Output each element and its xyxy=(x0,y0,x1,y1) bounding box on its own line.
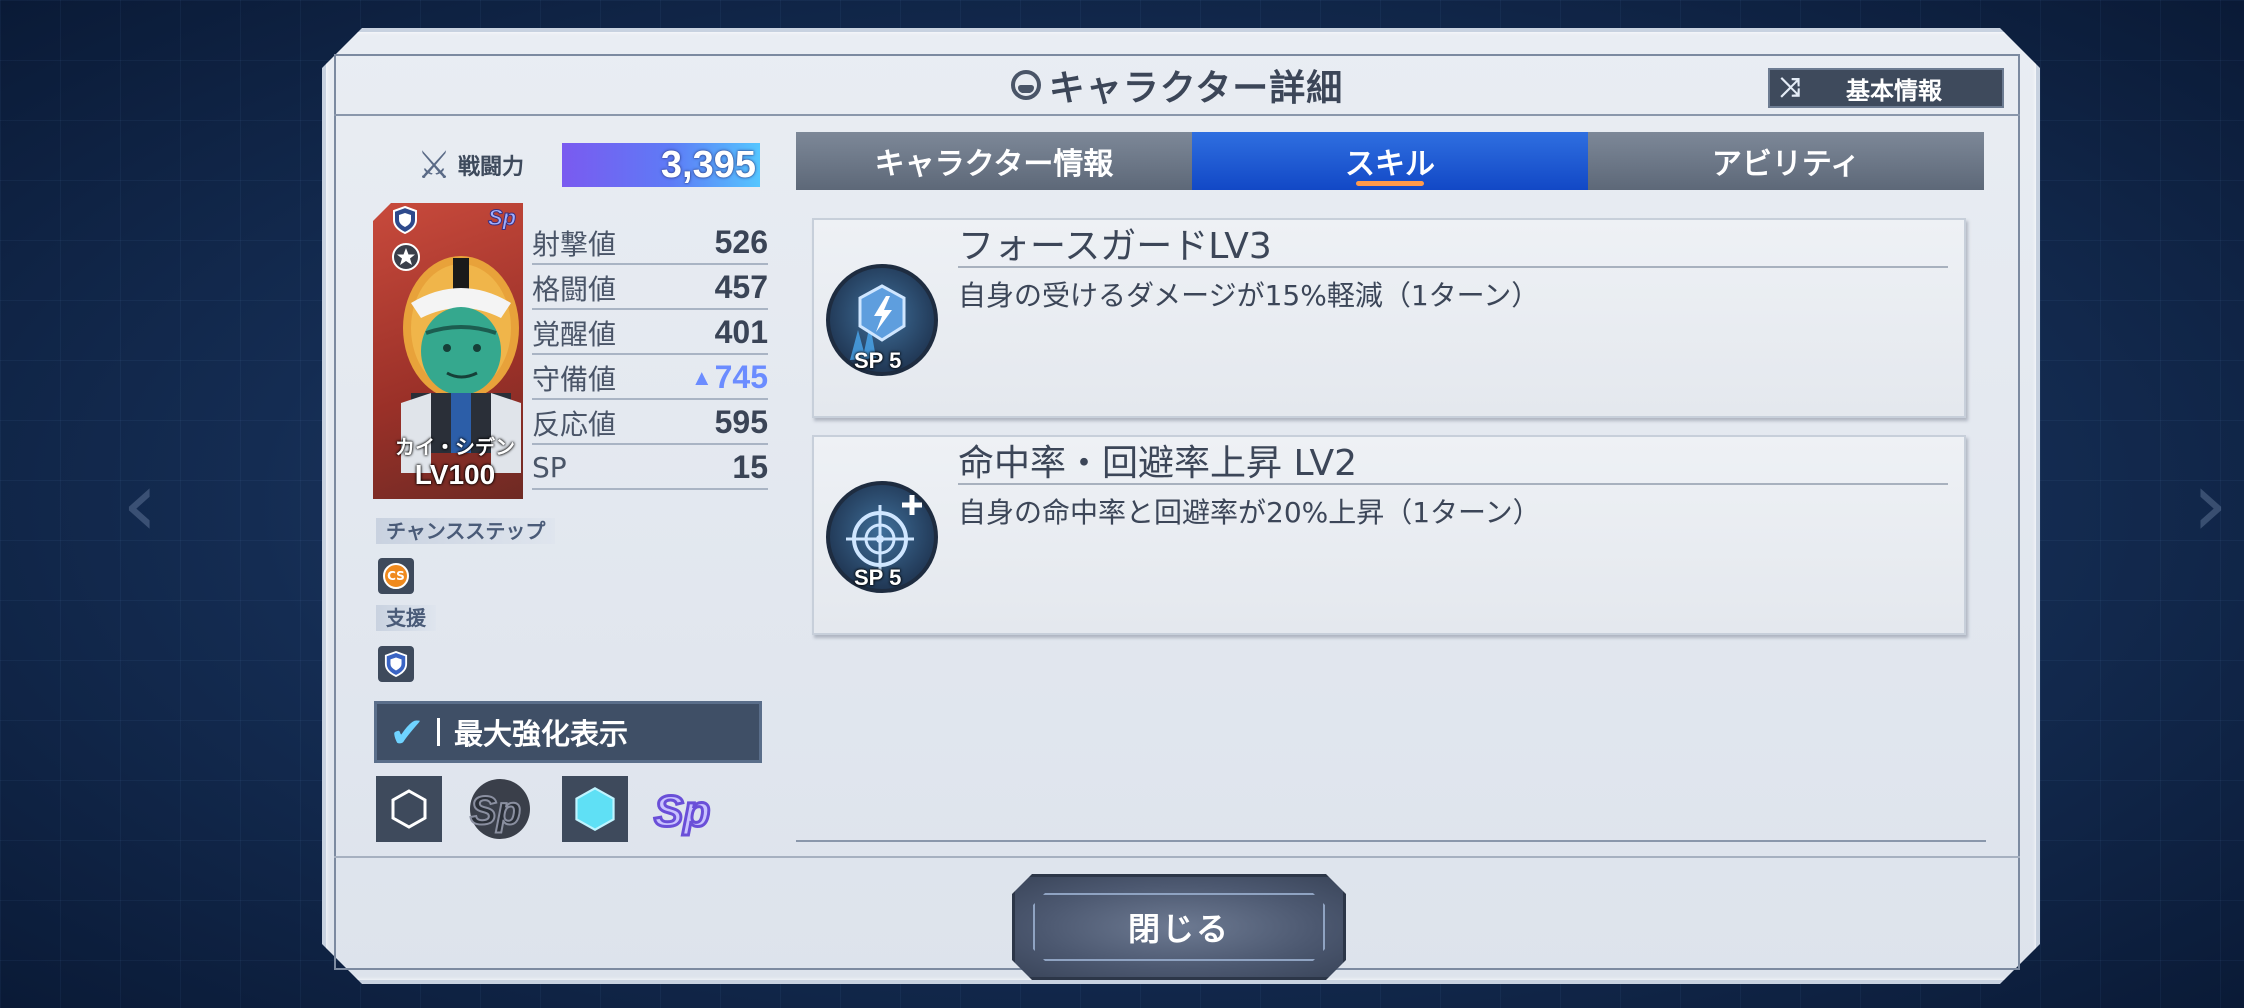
combat-power-value: 3,395 xyxy=(660,144,756,186)
sp-bright-icon[interactable]: Sp xyxy=(650,776,722,842)
combat-power: ⚔ 戦闘力 3,395 xyxy=(410,140,760,190)
skill-sp-cost: SP 5 xyxy=(854,348,902,373)
stat-value: 15 xyxy=(732,449,768,485)
hex-toggle-off-button[interactable] xyxy=(376,776,442,842)
tab-bar: キャラクター情報 スキル アビリティ xyxy=(796,132,1984,190)
divider xyxy=(796,840,1986,842)
tab-character-info[interactable]: キャラクター情報 xyxy=(796,132,1192,190)
sp-dark-icon[interactable]: Sp xyxy=(464,776,536,842)
skill-card: SP 5 命中率・回避率上昇 LV2 自身の命中率と回避率が20%上昇（1ターン… xyxy=(812,435,1966,635)
support-shield-icon xyxy=(393,206,417,234)
stat-label: SP xyxy=(532,451,567,484)
stat-label: 射撃値 xyxy=(532,227,617,261)
skill-description: 自身の命中率と回避率が20%上昇（1ターン） xyxy=(958,496,1541,529)
tab-skill[interactable]: スキル xyxy=(1192,132,1588,190)
svg-text:Sp: Sp xyxy=(470,789,521,833)
stat-row-sp: SP 15 xyxy=(532,447,768,490)
svg-text:Sp: Sp xyxy=(488,205,516,230)
stat-label: 守備値 xyxy=(532,362,617,396)
skill-description: 自身の受けるダメージが15%軽減（1ターン） xyxy=(958,279,1540,312)
svg-text:Sp: Sp xyxy=(654,787,710,836)
stat-label: 格闘値 xyxy=(532,272,617,306)
shield-icon xyxy=(384,651,408,677)
character-icon xyxy=(1010,70,1041,100)
page-title: キャラクター詳細 xyxy=(1048,68,1344,109)
checkmark-icon: ✔ xyxy=(389,707,425,757)
stat-label: 覚醒値 xyxy=(532,317,617,351)
chance-step-icon-button[interactable]: CS xyxy=(378,558,414,594)
combat-power-bar: 3,395 xyxy=(562,143,760,187)
crossed-swords-icon: ⚔ xyxy=(416,143,452,187)
hexagon-outline-icon xyxy=(391,789,427,829)
divider xyxy=(334,856,2020,858)
character-level: LV100 xyxy=(414,459,496,490)
cs-icon: CS xyxy=(383,563,409,589)
skill-name: 命中率・回避率上昇 LV2 xyxy=(958,443,1948,485)
stat-row-reaction: 反応値 595 xyxy=(532,402,768,445)
hex-toggle-on-button[interactable] xyxy=(562,776,628,842)
sp-badge-icon: Sp xyxy=(488,205,517,231)
support-label: 支援 xyxy=(376,605,436,631)
skill-card: SP 5 フォースガードLV3 自身の受けるダメージが15%軽減（1ターン） xyxy=(812,218,1966,418)
stats-list: 射撃値 526 格闘値 457 覚醒値 401 守備値 ▲ 745 反応値 59… xyxy=(532,222,768,492)
stat-value: 745 xyxy=(714,359,768,395)
combat-power-label: 戦闘力 xyxy=(458,155,525,180)
skill-name: フォースガードLV3 xyxy=(958,226,1948,268)
max-enhance-toggle[interactable]: ✔ 最大強化表示 xyxy=(374,701,762,763)
support-icon-button[interactable] xyxy=(378,646,414,682)
stat-label: 反応値 xyxy=(532,407,617,441)
stat-row-awakening: 覚醒値 401 xyxy=(532,312,768,355)
chance-step-label: チャンスステップ xyxy=(376,518,556,544)
stat-row-defense: 守備値 ▲ 745 xyxy=(532,357,768,400)
character-name: カイ・シデン xyxy=(395,435,515,459)
stat-row-melee: 格闘値 457 xyxy=(532,267,768,310)
star-badge-icon xyxy=(392,243,420,271)
stat-value: 595 xyxy=(714,404,768,440)
stat-value: 401 xyxy=(714,314,768,350)
close-button[interactable]: 閉じる xyxy=(1012,874,1346,980)
stat-value-boosted: ▲ 745 xyxy=(691,359,768,396)
hexagon-filled-icon xyxy=(575,787,615,831)
shuffle-icon: ⤨ xyxy=(1779,72,1801,103)
max-enhance-label: 最大強化表示 xyxy=(454,717,629,751)
stat-value: 457 xyxy=(714,269,768,305)
skill-sp-cost: SP 5 xyxy=(854,565,902,590)
next-arrow-icon[interactable]: › xyxy=(2180,455,2240,555)
up-arrow-icon: ▲ xyxy=(690,364,713,390)
basic-info-button[interactable]: ⤨ 基本情報 xyxy=(1768,68,2004,108)
separator xyxy=(437,718,440,746)
prev-arrow-icon[interactable]: ‹ xyxy=(110,455,170,555)
tab-ability[interactable]: アビリティ xyxy=(1588,132,1984,190)
basic-info-label: 基本情報 xyxy=(1846,76,1942,105)
stat-value: 526 xyxy=(714,224,768,260)
stat-row-shooting: 射撃値 526 xyxy=(532,222,768,265)
close-button-label: 閉じる xyxy=(1127,910,1230,948)
